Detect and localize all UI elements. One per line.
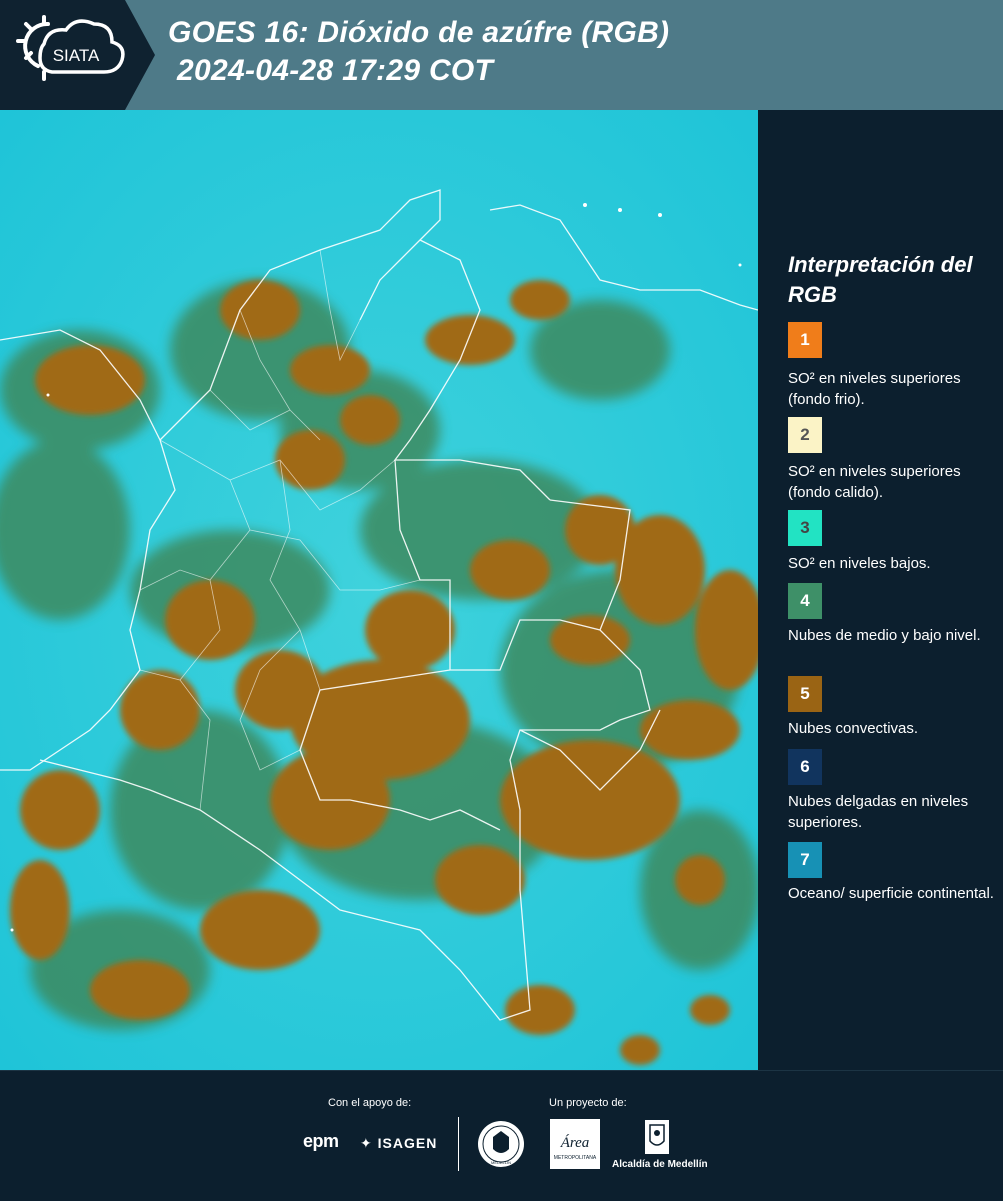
page-title: GOES 16: Dióxido de azúfre (RGB) [168, 16, 670, 49]
support-label: Con el apoyo de: [328, 1097, 412, 1109]
legend-label-4: Nubes de medio y bajo nivel. [788, 627, 981, 644]
alcaldia-shield-icon [645, 1120, 669, 1154]
legend-label-1: SO² en niveles superiores (fondo frio). [788, 370, 961, 408]
area-metropolitana-logo[interactable]: Área METROPOLITANA [550, 1119, 600, 1169]
legend-swatch-1: 1 [788, 322, 822, 358]
project-label: Un proyecto de: [549, 1097, 627, 1109]
alcaldia-logo[interactable]: Alcaldía de Medellín [612, 1119, 708, 1170]
legend-swatch-4: 4 [788, 583, 822, 619]
medellin-seal-icon[interactable]: MEDELLÍN [476, 1119, 526, 1169]
epm-logo[interactable]: epm [303, 1131, 339, 1152]
legend-label-2: SO² en niveles superiores (fondo calido)… [788, 463, 961, 501]
satellite-image [0, 110, 758, 1070]
legend-label-3: SO² en niveles bajos. [788, 555, 931, 572]
legend-swatch-2: 2 [788, 417, 822, 453]
footer-divider [458, 1117, 459, 1171]
area-logo-text: Área [560, 1134, 590, 1151]
seal-text: MEDELLÍN [491, 1160, 511, 1165]
footer: Con el apoyo de: Un proyecto de: epm ✦ I… [0, 1070, 1003, 1201]
legend-label-7: Oceano/ superficie continental. [788, 885, 994, 902]
isagen-icon: ✦ [360, 1135, 378, 1151]
legend-swatch-6: 6 [788, 749, 822, 785]
legend-label-6: Nubes delgadas en niveles superiores. [788, 793, 969, 831]
legend-panel: Interpretación del RGB 1 SO² en niveles … [758, 110, 1003, 1070]
siata-logo[interactable]: SIATA [0, 0, 155, 110]
area-logo-subtext: METROPOLITANA [554, 1155, 597, 1161]
isagen-label: ISAGEN [377, 1135, 438, 1151]
legend-title: Interpretación del RGB [788, 252, 973, 307]
sun-cloud-icon: SIATA [16, 15, 125, 81]
header-bar: SIATA GOES 16: Dióxido de azúfre (RGB) 2… [0, 0, 1003, 110]
legend-swatch-5: 5 [788, 676, 822, 712]
timestamp: 2024-04-28 17:29 COT [177, 54, 494, 87]
alcaldia-label: Alcaldía de Medellín [612, 1159, 708, 1170]
satellite-map[interactable] [0, 110, 758, 1070]
legend-label-5: Nubes convectivas. [788, 720, 919, 737]
siata-logo-text: SIATA [53, 46, 100, 65]
legend-swatch-3: 3 [788, 510, 822, 546]
isagen-logo[interactable]: ✦ ISAGEN [360, 1135, 437, 1152]
legend-swatch-7: 7 [788, 842, 822, 878]
